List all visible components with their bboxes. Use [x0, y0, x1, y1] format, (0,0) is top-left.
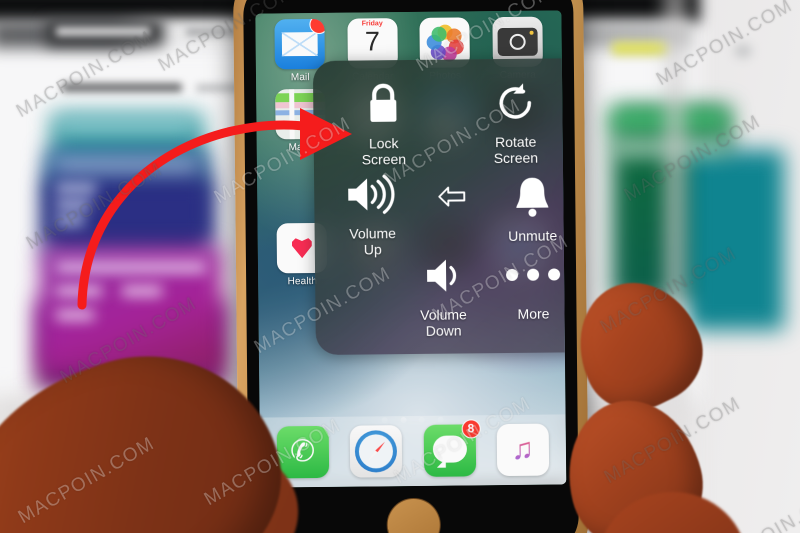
iphone-device: Mail Friday 7 Calendar [232, 0, 590, 533]
assistive-label: Lock [368, 135, 399, 152]
assistive-label: Volume [420, 306, 467, 323]
screenshot-stage: Mail Friday 7 Calendar [0, 0, 800, 533]
assistive-label: Volume [349, 225, 397, 242]
assistive-label-2: Screen [493, 149, 539, 167]
page-text-line [122, 286, 162, 296]
speaker-quiet-icon [393, 249, 494, 302]
browser-url-text [62, 83, 182, 92]
page-text-line [56, 310, 94, 320]
page-card-teal-heading [56, 120, 196, 133]
page-button-yellow [612, 42, 668, 55]
iphone-screen: Mail Friday 7 Calendar [255, 10, 567, 488]
assistive-label: More [517, 305, 550, 322]
assistive-label-2: Down [425, 322, 462, 339]
page-text-line [56, 262, 206, 273]
browser-tab-text [56, 27, 150, 36]
assistive-touch-menu: Lock Screen Rotate Screen Volume Up Unmu… [312, 58, 567, 356]
assistive-item-volume-up[interactable]: Volume Up [322, 168, 423, 258]
page-text-line [56, 286, 102, 296]
page-text-line [56, 216, 84, 225]
padlock-icon [333, 78, 434, 131]
assistive-label: Unmute [508, 227, 558, 244]
mail-badge [309, 18, 326, 35]
rotate-arrow-icon [465, 76, 566, 129]
page-card-blue-heading [52, 158, 200, 170]
assistive-label-2: Screen [361, 151, 407, 168]
assistive-item-volume-down[interactable]: Volume Down [393, 249, 494, 339]
page-text-line [56, 200, 90, 209]
monitor-edge [668, 0, 682, 406]
assistive-item-back[interactable] [402, 183, 502, 210]
assistive-item-rotate-screen[interactable]: Rotate Screen [465, 76, 566, 166]
assistive-label: Rotate [494, 133, 537, 151]
page-text-line [56, 184, 96, 193]
assistive-item-lock-screen[interactable]: Lock Screen [333, 78, 434, 168]
page-card-green-2 [688, 150, 784, 330]
back-arrow-icon [402, 183, 502, 210]
page-button-grey [734, 44, 752, 58]
ellipsis-icon [483, 248, 566, 301]
assistive-item-more[interactable]: More [483, 248, 566, 322]
